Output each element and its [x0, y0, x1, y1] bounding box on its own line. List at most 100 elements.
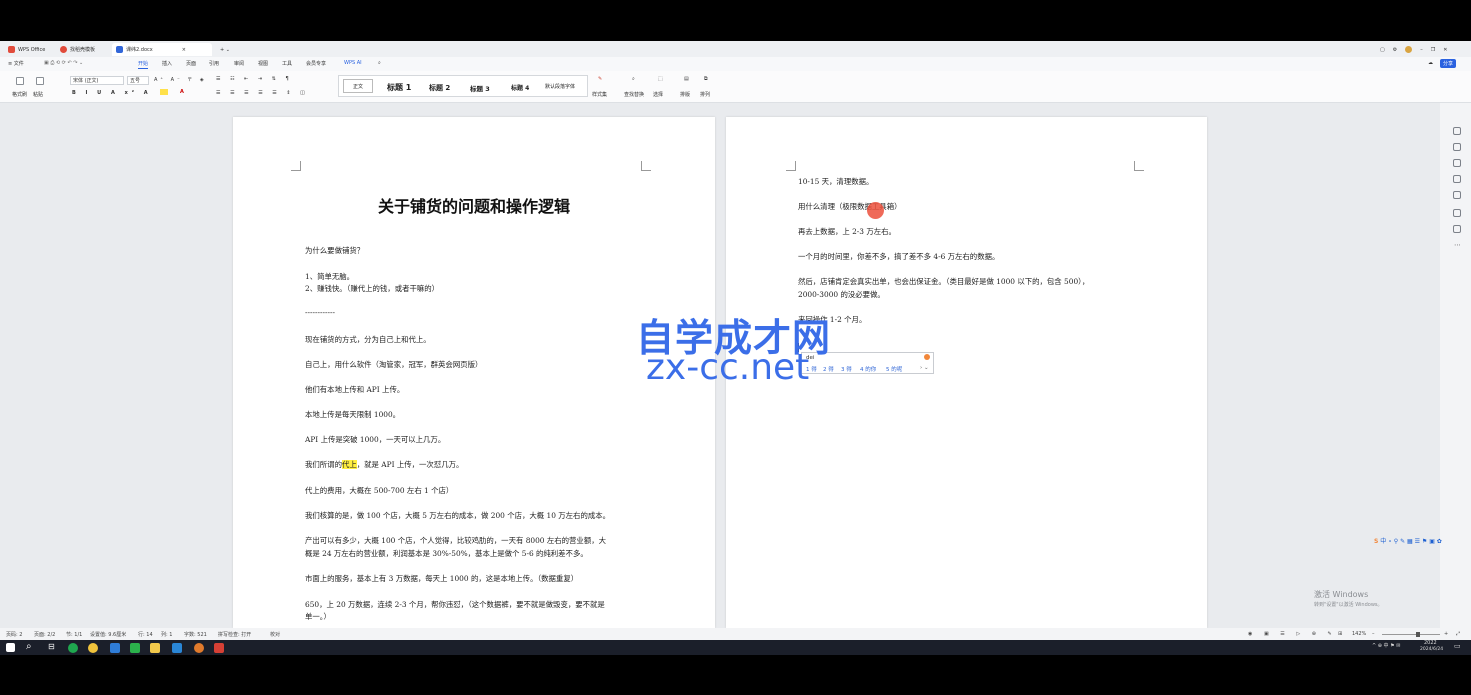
close-tab-icon[interactable]: × [182, 47, 186, 53]
docer-icon [60, 46, 67, 53]
close-icon[interactable]: ✕ [1443, 47, 1447, 53]
style-set-label[interactable]: 样式集 [592, 91, 607, 98]
status-page: 页码: 2 [6, 632, 23, 638]
ime-candidate-4[interactable]: 4 的你 [860, 365, 876, 373]
find-icon[interactable]: ⌕ [632, 76, 635, 82]
text-format-tools[interactable]: B I U A x² A [72, 90, 152, 96]
paste-icon[interactable] [36, 77, 44, 85]
select-label[interactable]: 选择 [653, 91, 663, 98]
menu-review[interactable]: 审阅 [234, 60, 244, 67]
screen: WPS Office 找稻壳模板 课纬2.docx × + ⌄ ▢ ⚙ – ❐ ✕… [0, 0, 1471, 695]
image-icon[interactable] [1453, 175, 1461, 183]
paragraph: 为什么要做铺货？ [305, 246, 365, 255]
notification-icon[interactable]: ▭ [1454, 642, 1461, 650]
paragraph: 本地上传是每天限制 1000。 [305, 410, 401, 419]
menu-layout[interactable]: 页面 [186, 60, 196, 67]
arrange-label[interactable]: 排列 [700, 91, 710, 98]
paragraph: 1、简单无脑。 [305, 272, 355, 281]
windows-start-icon[interactable] [6, 643, 15, 652]
system-tray-icons[interactable]: ^ ⊕ 中 ⚑ ✉ [1372, 642, 1400, 649]
menu-insert[interactable]: 插入 [162, 60, 172, 67]
menu-tools[interactable]: 工具 [282, 60, 292, 67]
chrome-icon[interactable] [88, 643, 98, 653]
wechat-icon[interactable] [130, 643, 140, 653]
avatar[interactable] [1405, 46, 1413, 53]
settings-icon[interactable]: ⚙ [1393, 47, 1397, 53]
status-wordcount[interactable]: 字数: 521 [184, 631, 207, 638]
margin-mark [291, 161, 301, 171]
new-tab-button[interactable]: + ⌄ [216, 43, 234, 56]
paragraph: 产出可以有多少，大概 100 个店，个人觉得，比较鸡肋的，一天有 8000 左右… [305, 536, 606, 545]
ruler-icon[interactable]: ⊞ [1338, 631, 1342, 637]
help-icon[interactable] [1453, 209, 1461, 217]
style-heading4[interactable]: 标题 4 [511, 83, 529, 92]
tab-document[interactable]: 课纬2.docx × [112, 43, 212, 56]
app-360-icon[interactable] [68, 643, 78, 653]
more-icon[interactable]: ⋯ [1454, 241, 1461, 249]
paragraph-tools-row2[interactable]: ☰ ☰ ☰ ☰ ☰ ⇕ ◫ [216, 90, 309, 96]
style-heading1[interactable]: 标题 1 [387, 82, 411, 93]
highlight-icon[interactable] [160, 89, 168, 95]
style-normal[interactable]: 正文 [343, 79, 373, 93]
page-1[interactable]: 关于铺货的问题和操作逻辑 为什么要做铺货？ 1、简单无脑。 2、赚钱快。（赚代上… [233, 117, 715, 628]
paragraph: 他们有本地上传和 API 上传。 [305, 385, 405, 394]
tools-icon[interactable] [1453, 191, 1461, 199]
menu-view[interactable]: 视图 [258, 60, 268, 67]
zoom-slider-thumb[interactable] [1416, 632, 1420, 637]
zoom-level[interactable]: 142% [1352, 631, 1366, 637]
cursor-icon[interactable] [1453, 143, 1461, 151]
wps-taskbar-icon[interactable] [214, 643, 224, 653]
format-painter-icon[interactable] [16, 77, 24, 85]
restore-icon[interactable]: ▢ [1380, 47, 1385, 53]
select-icon[interactable]: ⬚ [658, 76, 663, 82]
quick-access-icons[interactable]: ▣ ⎙ ⟲ ⟳ ↶ ↷ ⌄ [44, 60, 83, 66]
ime-page-arrows-icon[interactable]: › ⌄ [920, 365, 929, 371]
typeset-label[interactable]: 排版 [680, 91, 690, 98]
task-view-icon[interactable]: ⊟ [48, 642, 55, 651]
ime-candidate-5[interactable]: 5 的呢 [886, 365, 902, 373]
cloud-icon[interactable]: ☁ [1428, 60, 1433, 66]
paragraph: 概是 24 万左右的营业额，利润基本是 30%-50%，基本上是做个 5-6 的… [305, 549, 588, 558]
ime-candidate-3[interactable]: 3 得 [841, 365, 852, 373]
menu-references[interactable]: 引用 [209, 60, 219, 67]
zoom-out-icon[interactable]: – [1372, 631, 1375, 637]
tab-wps-home[interactable]: WPS Office [4, 43, 49, 56]
menu-member[interactable]: 会员专享 [306, 60, 326, 67]
search-taskbar-icon[interactable]: ⌕ [26, 641, 32, 652]
ime-candidate-2[interactable]: 2 得 [823, 365, 834, 373]
ime-toolbar[interactable]: S 中 ∘ ⚲ ✎ ▦ ☰ ⚑ ▣ ✿ [1374, 536, 1470, 547]
arrange-icon[interactable]: ⧉ [704, 76, 708, 82]
find-replace-label[interactable]: 查找替换 [624, 91, 644, 98]
status-proofread[interactable]: 校对 [270, 631, 280, 638]
menu-file[interactable]: ≡ 文件 [8, 60, 24, 67]
zoom-in-icon[interactable]: + [1444, 631, 1448, 637]
font-tools[interactable]: A⁺ A⁻ 〒 ◈ [154, 76, 207, 83]
tab-template[interactable]: 找稻壳模板 [56, 43, 99, 56]
typeset-icon[interactable]: ▤ [684, 76, 689, 82]
menu-wps-ai[interactable]: WPS AI [344, 60, 362, 66]
edit-icon[interactable] [1453, 127, 1461, 135]
fullscreen-icon[interactable]: ⤢ [1456, 631, 1460, 637]
font-name-select[interactable]: 宋体 (正文) [70, 76, 124, 85]
app-orange-icon[interactable] [194, 643, 204, 653]
zoom-slider[interactable] [1382, 634, 1440, 635]
minimize-icon[interactable]: – [1420, 47, 1423, 53]
style-heading2[interactable]: 标题 2 [429, 83, 450, 93]
paragraph-tools-row1[interactable]: ☰ ☷ ⇤ ⇥ ⇅ ¶ [216, 76, 293, 82]
explorer-icon[interactable] [150, 643, 160, 653]
style-default-font[interactable]: 默认段落字体 [545, 83, 575, 90]
font-size-select[interactable]: 五号 [127, 76, 149, 85]
menu-home[interactable]: 开始 [138, 60, 149, 69]
search-icon[interactable]: ⌕ [378, 60, 381, 66]
maximize-icon[interactable]: ❐ [1431, 47, 1435, 53]
share-button[interactable]: 分享 [1440, 59, 1457, 68]
font-color-icon[interactable]: A [180, 89, 184, 95]
share-icon[interactable] [1453, 225, 1461, 233]
view-mode-icons[interactable]: ◉ ▣ ☰ ▷ ⊕ ✎ [1248, 631, 1337, 637]
style-set-icon[interactable]: ✎ [598, 76, 602, 82]
sliders-icon[interactable] [1453, 159, 1461, 167]
style-heading3[interactable]: 标题 3 [470, 83, 490, 93]
edge-icon[interactable] [110, 643, 120, 653]
app-blue-icon[interactable] [172, 643, 182, 653]
status-spellcheck[interactable]: 拼写检查: 打开 [218, 631, 251, 638]
